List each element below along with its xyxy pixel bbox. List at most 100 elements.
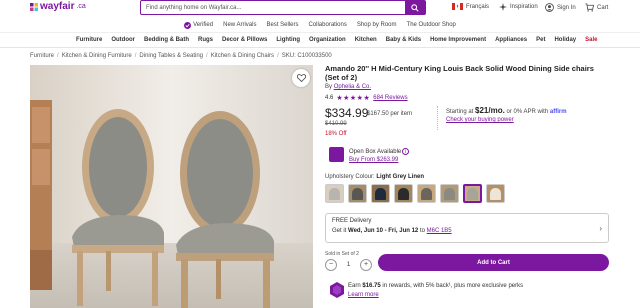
wayfair-logo[interactable]: wayfair .ca [30, 1, 86, 12]
logo-text: wayfair [40, 1, 75, 12]
nav-item-organization[interactable]: Organization [309, 37, 346, 43]
upholstery-swatch[interactable] [486, 184, 505, 203]
reviews-link[interactable]: 684 Reviews [373, 95, 407, 101]
cart-icon [585, 3, 594, 12]
decrease-quantity-button[interactable]: − [325, 258, 337, 271]
brand-line: By Ophelia & Co. [325, 84, 371, 90]
rating-summary: 4.6 ★★★★★ 684 Reviews [325, 94, 408, 102]
delivery-free: FREE Delivery [332, 218, 372, 224]
nav-item-outdoor[interactable]: Outdoor [111, 37, 135, 43]
category-navigation: Furniture Outdoor Bedding & Bath Rugs De… [0, 32, 640, 48]
open-box-link[interactable]: Buy From $263.99 [349, 157, 398, 163]
inspiration-link[interactable]: Inspiration [499, 3, 538, 11]
nav-item-furniture[interactable]: Furniture [76, 37, 102, 43]
search-input[interactable]: Find anything home on Wayfair.ca... [141, 1, 405, 14]
dining-chairs-illustration [30, 65, 313, 308]
sku-label: SKU: C100033500 [281, 53, 332, 59]
breadcrumb-dining-chairs[interactable]: Kitchen & Dining Chairs [211, 53, 274, 59]
breadcrumb-kitchen-dining[interactable]: Kitchen & Dining Furniture [62, 53, 132, 59]
nav-item-holiday[interactable]: Holiday [554, 37, 576, 43]
add-to-cart-button[interactable]: Add to Cart [378, 254, 609, 271]
financing-offer: Starting at $21/mo. or 0% APR with affir… [437, 106, 609, 130]
sign-in-link[interactable]: Sign In [545, 3, 576, 12]
rewards-suffix: in rewards, with 5% back¹, plus more exc… [382, 283, 524, 289]
brand-prefix: By [325, 84, 333, 90]
open-box-icon [329, 147, 344, 162]
postal-code-link[interactable]: M6C 1B5 [427, 228, 452, 234]
logo-mark-icon [30, 2, 38, 11]
logo-suffix: .ca [76, 3, 86, 10]
rating-value: 4.6 [325, 95, 334, 101]
upholstery-swatch[interactable] [463, 184, 482, 203]
chair-thumbnail-icon [444, 187, 455, 200]
upholstery-swatch[interactable] [440, 184, 459, 203]
delivery-card[interactable]: FREE Delivery Get it Wed, Jun 10 - Fri, … [325, 213, 609, 243]
brand-link[interactable]: Ophelia & Co. [334, 84, 371, 90]
nav-item-lighting[interactable]: Lighting [276, 37, 300, 43]
upholstery-swatch[interactable] [394, 184, 413, 203]
subnav-shop-by-room[interactable]: Shop by Room [357, 22, 397, 28]
delivery-estimate: Get it Wed, Jun 10 - Fri, Jun 12 to M6C … [332, 228, 602, 234]
nav-item-appliances[interactable]: Appliances [495, 37, 527, 43]
nav-item-kitchen[interactable]: Kitchen [355, 37, 377, 43]
sub-navigation: Verified New Arrivals Best Sellers Colla… [0, 18, 640, 32]
language-label: Français [466, 3, 490, 10]
account-icon [545, 3, 554, 12]
info-icon[interactable]: i [402, 148, 409, 155]
top-header: wayfair .ca Find anything home on Wayfair… [0, 0, 640, 18]
verified-label: Verified [193, 22, 214, 28]
quantity-stepper: − 1 + [325, 258, 372, 271]
sign-in-label: Sign In [557, 4, 576, 11]
subnav-new-arrivals[interactable]: New Arrivals [223, 22, 256, 28]
rewards-text: Earn $16.75 in rewards, with 5% back¹, p… [348, 283, 523, 289]
quantity-value[interactable]: 1 [347, 262, 350, 268]
verified-badge-icon [184, 21, 192, 29]
nav-item-rugs[interactable]: Rugs [198, 37, 213, 43]
inspiration-label: Inspiration [510, 4, 538, 10]
nav-item-bedding-bath[interactable]: Bedding & Bath [144, 37, 189, 43]
rewards-amount: $16.75 [362, 283, 381, 289]
language-toggle[interactable]: Français [452, 3, 489, 10]
subnav-best-sellers[interactable]: Best Sellers [266, 22, 298, 28]
nav-item-sale[interactable]: Sale [585, 37, 597, 43]
chevron-right-icon: › [599, 224, 602, 233]
breadcrumb-tables-seating[interactable]: Dining Tables & Seating [139, 53, 203, 59]
chair-thumbnail-icon [352, 187, 363, 200]
nav-item-home-improvement[interactable]: Home Improvement [430, 37, 486, 43]
nav-item-baby-kids[interactable]: Baby & Kids [386, 37, 421, 43]
canada-flag-icon [452, 3, 463, 10]
upholstery-label: Upholstery Colour: Light Grey Linen [325, 174, 424, 180]
chair-thumbnail-icon [490, 187, 501, 200]
subnav-outdoor-shop[interactable]: The Outdoor Shop [407, 22, 456, 28]
upholstery-value: Light Grey Linen [376, 174, 425, 180]
breadcrumb-furniture[interactable]: Furniture [30, 53, 54, 59]
subnav-collaborations[interactable]: Collaborations [308, 22, 346, 28]
heart-icon [296, 74, 306, 82]
product-image[interactable] [30, 65, 313, 308]
rating-stars: ★★★★★ [336, 95, 371, 102]
financing-starting-label: Starting at [446, 109, 474, 115]
favorite-button[interactable] [292, 69, 310, 87]
search-bar[interactable]: Find anything home on Wayfair.ca... [140, 0, 426, 15]
rewards-gem-icon [330, 282, 344, 298]
cart-label: Cart [597, 4, 609, 11]
verified-link[interactable]: Verified [184, 21, 214, 29]
chair-thumbnail-icon [398, 187, 409, 200]
nav-item-decor-pillows[interactable]: Decor & Pillows [222, 37, 267, 43]
upholstery-swatch[interactable] [348, 184, 367, 203]
upholstery-swatch[interactable] [417, 184, 436, 203]
current-price: $334.99 [325, 106, 369, 120]
cart-link[interactable]: Cart [585, 3, 608, 12]
increase-quantity-button[interactable]: + [360, 258, 372, 271]
chair-thumbnail-icon [421, 187, 432, 200]
per-item-price: $167.50 per item [367, 111, 413, 117]
financing-apr: or 0% APR with [506, 109, 549, 115]
nav-item-pet[interactable]: Pet [536, 37, 545, 43]
upholstery-swatch[interactable] [325, 184, 344, 203]
search-button[interactable] [405, 1, 425, 14]
upholstery-swatch[interactable] [371, 184, 390, 203]
buying-power-link[interactable]: Check your buying power [446, 117, 609, 123]
learn-more-link[interactable]: Learn more [348, 292, 379, 298]
delivery-dates: Wed, Jun 10 - Fri, Jun 12 [348, 228, 419, 234]
sparkle-icon [499, 3, 507, 11]
